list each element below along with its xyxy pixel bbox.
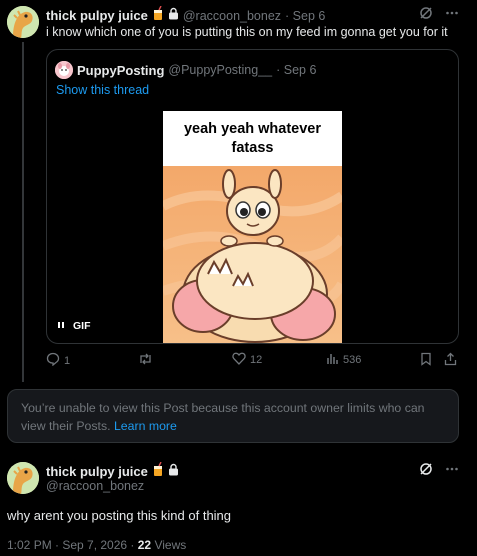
post-main[interactable]: thick pulpy juice @raccoon_bonez · Sep 6… [0,0,477,384]
repost-button[interactable] [138,352,157,369]
quote-handle[interactable]: @PuppyPosting__ [168,63,272,77]
views-icon [326,352,339,368]
gif-pause-icon[interactable] [57,320,65,332]
post-meta: 1:02 PM · Sep 7, 2026 · 22 Views [7,538,186,552]
more-icon[interactable] [445,6,459,25]
meme-image [163,166,342,343]
like-button[interactable]: 12 [232,352,262,368]
quote-display-name[interactable]: PuppyPosting [77,63,164,78]
gif-label: GIF [73,320,91,332]
display-name[interactable]: thick pulpy juice [46,464,148,479]
like-count: 12 [250,354,263,366]
meme-caption: yeah yeah whatever fatass [163,111,342,166]
handle[interactable]: @raccoon_bonez [46,479,144,493]
action-bar: 1 12 536 [46,352,460,370]
grok-icon[interactable] [419,462,433,481]
show-thread-link[interactable]: Show this thread [56,83,149,97]
avatar[interactable] [7,462,39,494]
learn-more-link[interactable]: Learn more [114,419,177,433]
bookmark-icon [420,352,432,369]
share-button[interactable] [444,352,457,369]
juice-emoji-icon [152,461,164,481]
quote-date[interactable]: · Sep 6 [276,63,316,77]
reply-icon [46,352,60,369]
views-count: 22 [137,538,152,552]
quote-media[interactable]: yeah yeah whatever fatass [163,111,342,343]
thread-line [22,42,24,382]
grok-icon[interactable] [419,6,433,25]
reply-button[interactable]: 1 [46,352,70,369]
notice-text: You’re unable to view this Post because … [21,401,425,433]
post-text: i know which one of you is putting this … [46,25,448,39]
lock-icon [168,463,179,481]
more-icon[interactable] [445,462,459,481]
quote-avatar[interactable] [55,61,73,79]
bookmark-button[interactable] [420,352,432,369]
share-icon [444,352,457,369]
lock-icon [168,7,179,25]
views-count: 536 [343,354,362,366]
juice-emoji-icon [152,5,164,25]
views-label: Views [154,538,187,552]
handle[interactable]: @raccoon_bonez [183,9,281,23]
post-date[interactable]: · Sep 6 [285,9,325,23]
display-name[interactable]: thick pulpy juice [46,8,148,23]
views-button[interactable]: 536 [326,352,361,368]
post-reply[interactable]: thick pulpy juice @raccoon_bonez why are… [0,458,477,556]
avatar[interactable] [7,6,39,38]
gif-badge[interactable]: GIF [57,320,91,332]
quoted-post[interactable]: PuppyPosting @PuppyPosting__ · Sep 6 Sho… [46,49,459,344]
post-text: why arent you posting this kind of thing [7,508,232,523]
reply-count: 1 [64,354,71,367]
unavailable-post-notice: You’re unable to view this Post because … [7,389,459,443]
timestamp[interactable]: 1:02 PM · Sep 7, 2026 · [7,538,134,552]
repost-icon [138,352,153,369]
like-icon [232,352,246,368]
